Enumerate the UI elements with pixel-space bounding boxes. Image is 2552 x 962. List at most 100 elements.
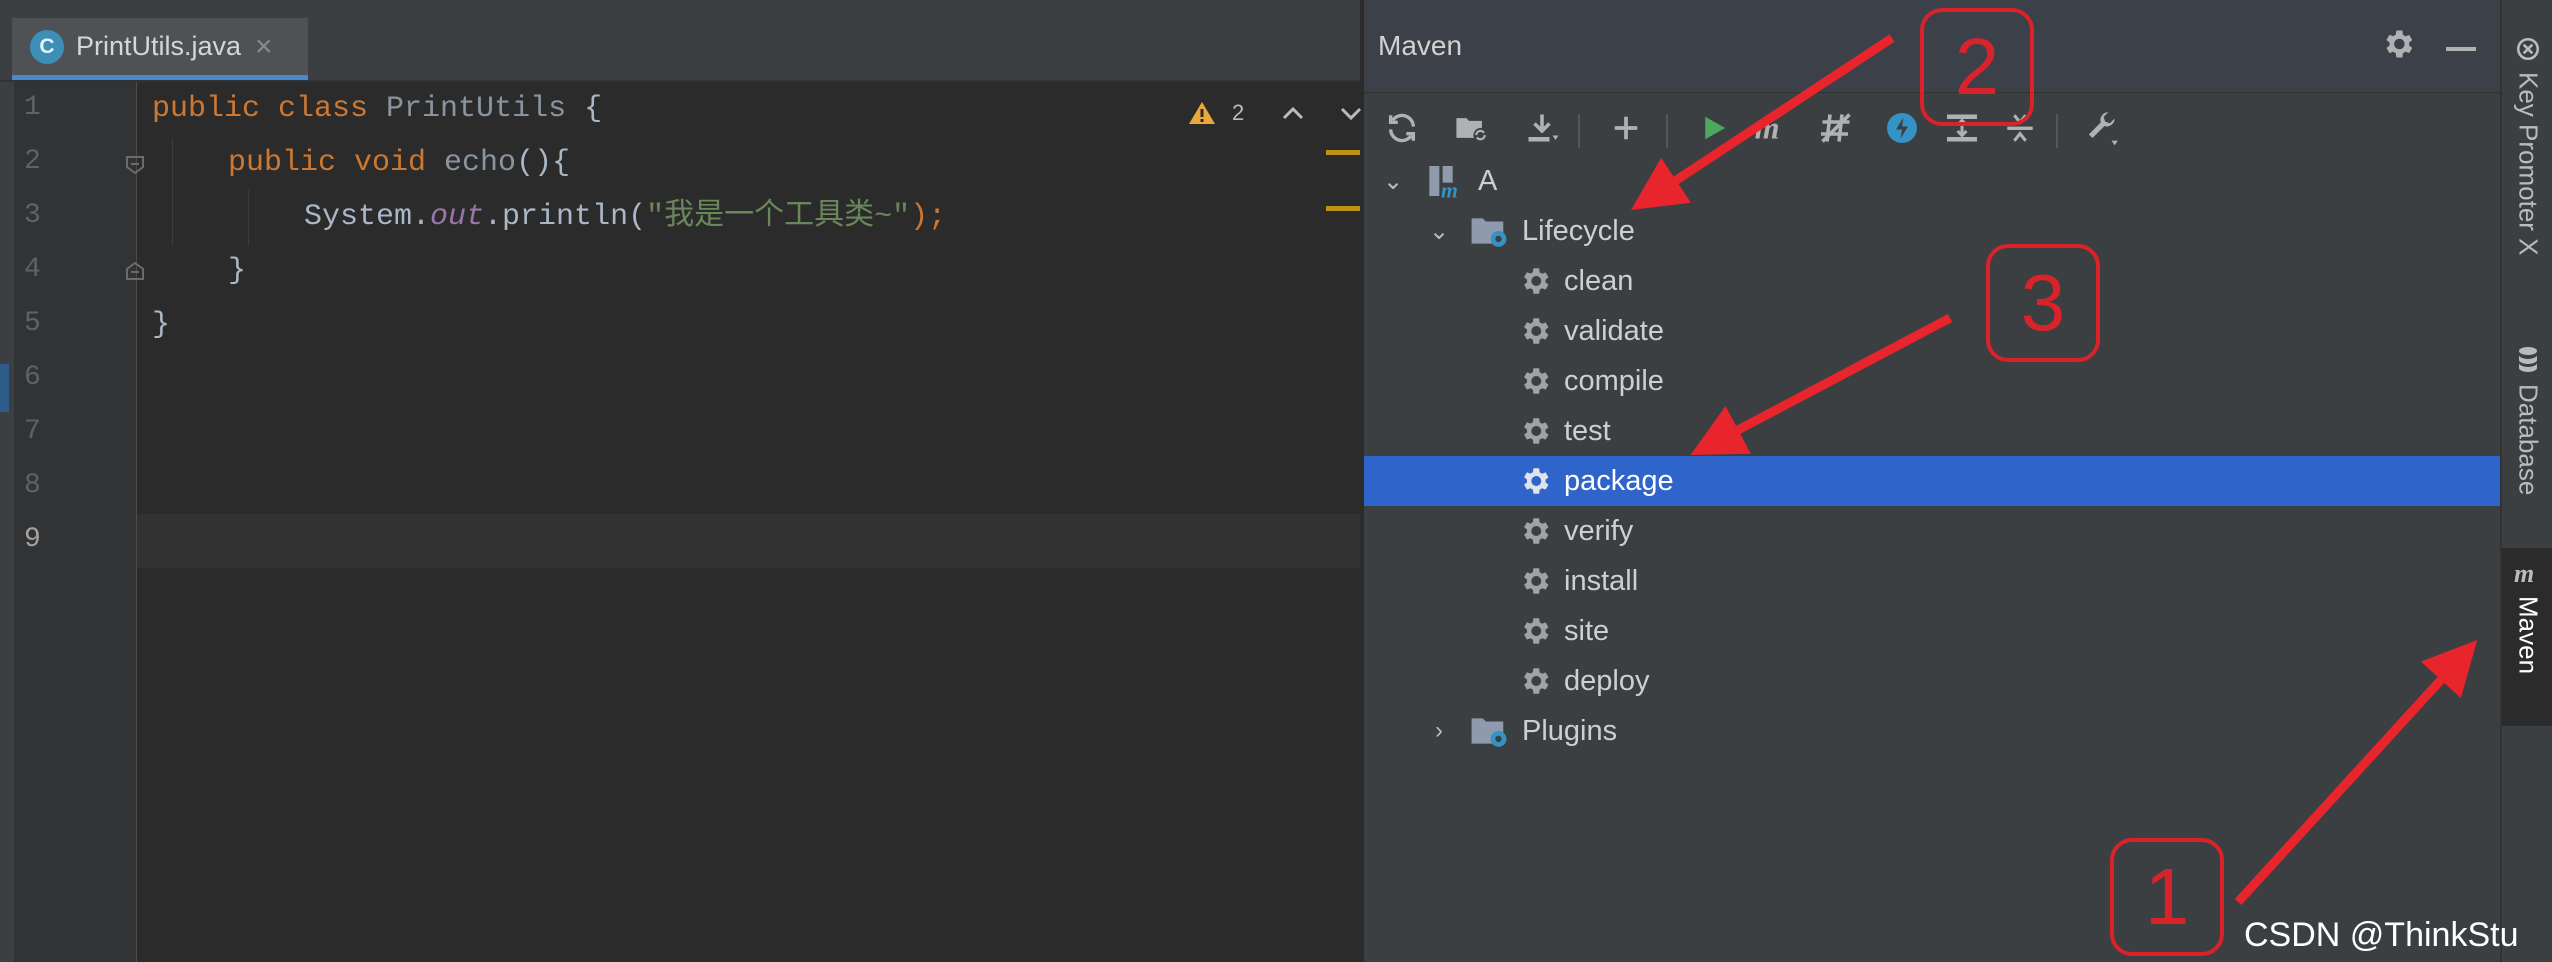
code-editor: C PrintUtils.java × 1 2 3 4 5 6 7 8 9 pu… <box>0 0 1362 962</box>
lifecycle-folder-icon <box>1471 218 1507 247</box>
reload-icon[interactable] <box>1378 104 1426 152</box>
gear-icon <box>1524 668 1549 694</box>
left-strip-marker <box>0 364 9 412</box>
chevron-right-icon[interactable]: › <box>1424 717 1454 745</box>
tree-goal-compile[interactable]: compile <box>1364 356 2502 406</box>
tree-goal-site[interactable]: site <box>1364 606 2502 656</box>
editor-tab-bar: C PrintUtils.java × <box>0 0 1360 82</box>
run-icon[interactable] <box>1690 104 1738 152</box>
tree-goal-label: test <box>1564 414 1611 447</box>
chevron-down-icon[interactable] <box>1338 103 1364 123</box>
line-number: 9 <box>24 524 41 555</box>
tab-database[interactable]: Database <box>2502 346 2552 495</box>
minimize-icon[interactable] <box>2446 47 2476 51</box>
tab-printutils[interactable]: C PrintUtils.java × <box>12 18 308 80</box>
line-number: 1 <box>24 92 41 123</box>
svg-text:m: m <box>1755 111 1780 145</box>
tree-node-project[interactable]: ⌄ m A <box>1364 156 2502 206</box>
tab-title: PrintUtils.java <box>76 31 242 61</box>
svg-text:m: m <box>1441 179 1458 201</box>
right-tool-strip: Key Promoter X Database m Maven <box>2500 0 2552 962</box>
fold-marker-icon[interactable] <box>124 260 146 282</box>
code-text: } <box>152 308 171 342</box>
line-number: 3 <box>24 200 41 231</box>
code-line: public class PrintUtils { <box>152 82 602 136</box>
line-number: 6 <box>24 362 41 393</box>
tree-node-label: Lifecycle <box>1522 214 1635 247</box>
code-text: ); <box>910 200 947 234</box>
tree-goal-verify[interactable]: verify <box>1364 506 2502 556</box>
tree-goal-label: verify <box>1564 514 1634 547</box>
tree-goal-validate[interactable]: validate <box>1364 306 2502 356</box>
tree-node-label: Plugins <box>1522 714 1618 747</box>
line-number: 7 <box>24 416 41 447</box>
gear-icon <box>1524 568 1549 594</box>
chevron-down-icon[interactable]: ⌄ <box>1424 217 1454 246</box>
annotation-callout-2: 2 <box>1920 8 2034 126</box>
tree-node-lifecycle[interactable]: ⌄ Lifecycle <box>1364 206 2502 256</box>
close-icon[interactable]: × <box>255 30 273 64</box>
toolbar-separator <box>1666 114 1668 148</box>
tab-key-promoter[interactable]: Key Promoter X <box>2502 36 2552 256</box>
annotation-callout-1: 1 <box>2110 838 2224 956</box>
gear-icon <box>1524 418 1549 444</box>
warning-stripe-mark[interactable] <box>1326 150 1360 155</box>
tab-maven[interactable]: m Maven <box>2502 548 2552 726</box>
code-area[interactable]: public class PrintUtils { public void ec… <box>152 82 946 342</box>
inspection-widget[interactable]: 2 <box>1188 100 1364 126</box>
chevron-down-icon[interactable]: ⌄ <box>1378 167 1408 196</box>
tree-goal-clean[interactable]: clean <box>1364 256 2502 306</box>
chevron-up-icon[interactable] <box>1280 103 1306 123</box>
line-number: 2 <box>24 146 41 177</box>
maven-goal-icon[interactable]: m <box>1748 104 1796 152</box>
left-tool-strip <box>0 82 14 962</box>
add-icon[interactable] <box>1602 104 1650 152</box>
tree-goal-label: deploy <box>1564 664 1650 697</box>
tab-label: Key Promoter X <box>2513 72 2544 256</box>
line-number: 4 <box>24 254 41 285</box>
download-icon[interactable] <box>1518 104 1566 152</box>
code-text: .println( <box>484 200 647 234</box>
class-name: PrintUtils <box>386 92 567 126</box>
gear-icon[interactable] <box>2380 26 2416 62</box>
tab-label: Maven <box>2513 596 2544 675</box>
offline-icon[interactable] <box>1878 104 1926 152</box>
keyword: public class <box>152 92 387 126</box>
code-line: System.out.println("我是一个工具类~"); <box>304 190 946 244</box>
key-promoter-icon <box>2516 37 2540 61</box>
tree-goal-label: compile <box>1564 364 1664 397</box>
code-text: { <box>566 92 603 126</box>
warning-count: 2 <box>1232 100 1245 125</box>
tab-label: Database <box>2513 384 2544 496</box>
watermark: CSDN @ThinkStu <box>2244 916 2519 954</box>
tree-goal-label: validate <box>1564 314 1664 347</box>
current-line-highlight <box>136 514 1360 568</box>
maven-project-icon: m <box>1429 166 1458 201</box>
tree-goal-deploy[interactable]: deploy <box>1364 656 2502 706</box>
tree-goal-label: install <box>1564 564 1639 597</box>
gear-icon <box>1524 468 1549 494</box>
settings-wrench-icon[interactable] <box>2078 104 2126 152</box>
warning-stripe-mark[interactable] <box>1326 206 1360 211</box>
tree-node-plugins[interactable]: › Plugins <box>1364 706 2502 756</box>
folder-sync-icon[interactable] <box>1448 104 1496 152</box>
tree-goal-test[interactable]: test <box>1364 406 2502 456</box>
keyword: public void <box>228 146 445 180</box>
warning-icon <box>1189 102 1215 124</box>
database-icon <box>2519 347 2537 372</box>
line-number: 5 <box>24 308 41 339</box>
tree-node-label: A <box>1478 164 1498 197</box>
tree-goal-label: package <box>1564 464 1674 497</box>
tree-goal-install[interactable]: install <box>1364 556 2502 606</box>
fold-marker-icon[interactable] <box>124 154 146 176</box>
code-line: } <box>152 298 170 352</box>
gear-icon <box>1524 518 1549 544</box>
java-class-icon: C <box>30 29 64 64</box>
plugins-folder-icon <box>1471 718 1507 747</box>
line-number: 8 <box>24 470 41 501</box>
indent-guide <box>248 190 249 246</box>
skip-tests-icon[interactable] <box>1812 104 1860 152</box>
svg-text:m: m <box>2514 562 2534 586</box>
tree-goal-label: site <box>1564 614 1610 647</box>
tree-goal-package[interactable]: package <box>1364 456 2502 506</box>
